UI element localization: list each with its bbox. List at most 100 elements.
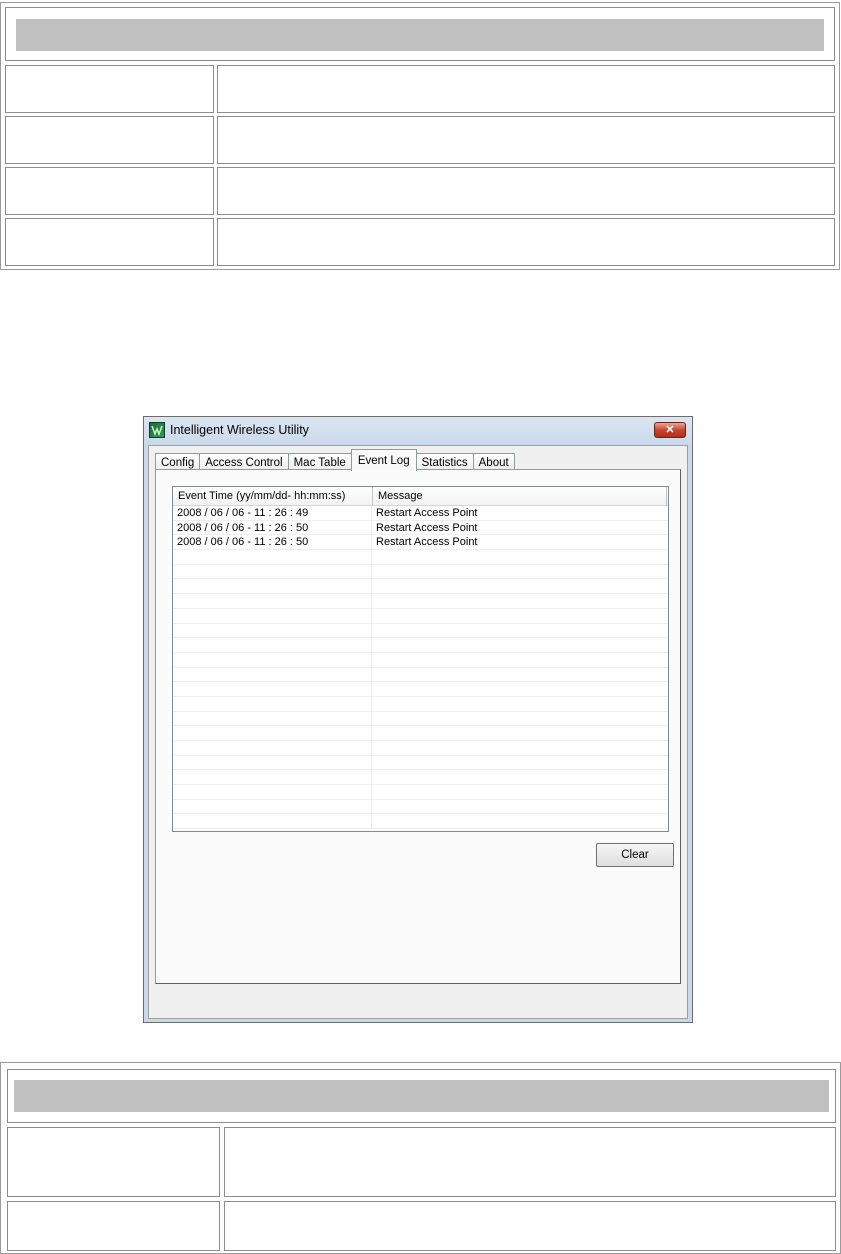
top-table-label-cell-1 (5, 65, 214, 113)
table-row[interactable]: 2008 / 06 / 06 - 11 : 26 : 49 Restart Acc… (173, 506, 668, 521)
empty-table-row (173, 652, 668, 668)
empty-table-row (173, 682, 668, 697)
event-time-cell (173, 550, 372, 564)
message-cell (372, 653, 668, 667)
event-time-cell (173, 799, 372, 814)
message-cell (372, 550, 668, 564)
empty-table-row (173, 550, 668, 565)
table-row[interactable]: 2008 / 06 / 06 - 11 : 26 : 50 Restart Acc… (173, 520, 668, 536)
empty-table-row (173, 770, 668, 786)
tab-strip: Config Access Control Mac Table Event Lo… (155, 449, 515, 471)
empty-table-row (173, 711, 668, 727)
event-time-cell (173, 814, 372, 829)
bottom-table-label-cell-2 (7, 1201, 220, 1251)
empty-table-row (173, 741, 668, 756)
empty-table-row (173, 594, 668, 609)
message-cell: Restart Access Point (376, 507, 478, 519)
event-time-cell: 2008 / 06 / 06 - 11 : 26 : 50 (173, 520, 372, 535)
column-header-message[interactable]: Message (373, 487, 667, 505)
empty-table-row (173, 696, 668, 712)
event-time-cell (173, 564, 372, 579)
event-time-cell (173, 741, 372, 755)
message-cell (372, 712, 668, 726)
event-time-cell (173, 785, 372, 799)
message-cell (372, 697, 668, 711)
message-cell (372, 785, 668, 799)
event-time-cell (173, 726, 372, 740)
empty-table-row (173, 623, 668, 639)
top-table-label-cell-2 (5, 116, 214, 164)
message-cell (372, 565, 668, 579)
top-table-header-bar (16, 19, 824, 51)
event-time-cell (173, 594, 372, 608)
top-table-value-cell-1 (217, 65, 835, 113)
message-cell (372, 624, 668, 638)
message-cell (372, 682, 668, 696)
empty-table-row (173, 667, 668, 683)
close-button[interactable]: ✕ (654, 422, 686, 438)
bottom-table-label-cell-1 (7, 1127, 220, 1197)
event-time-cell (173, 682, 372, 696)
top-table-value-cell-3 (217, 167, 835, 215)
event-time-cell: 2008 / 06 / 06 - 11 : 26 : 50 (173, 535, 372, 550)
top-doc-table (0, 2, 840, 270)
column-header-event-time[interactable]: Event Time (yy/mm/dd- hh:mm:ss) (173, 487, 373, 505)
message-cell (372, 726, 668, 740)
empty-table-row (173, 799, 668, 815)
title-bar[interactable]: Intelligent Wireless Utility ✕ (144, 417, 692, 445)
bottom-table-header-bar (14, 1080, 829, 1112)
event-time-cell (173, 579, 372, 594)
message-cell (372, 770, 668, 784)
message-cell: Restart Access Point (376, 521, 478, 534)
empty-table-row (173, 785, 668, 800)
empty-table-row (173, 608, 668, 624)
empty-table-row (173, 755, 668, 771)
event-log-list[interactable]: Event Time (yy/mm/dd- hh:mm:ss) Message … (172, 486, 669, 832)
top-table-header-cell (5, 7, 835, 61)
message-cell (372, 814, 668, 828)
bottom-table-value-cell-1 (224, 1127, 836, 1197)
window-title: Intelligent Wireless Utility (170, 423, 309, 437)
message-cell (372, 741, 668, 755)
clear-button[interactable]: Clear (596, 843, 674, 867)
event-time-cell (173, 667, 372, 682)
event-time-cell (173, 755, 372, 770)
message-cell (372, 579, 668, 593)
event-time-cell (173, 652, 372, 667)
bottom-doc-table (0, 1062, 841, 1254)
list-header: Event Time (yy/mm/dd- hh:mm:ss) Message (173, 487, 668, 506)
bottom-table-value-cell-2 (224, 1201, 836, 1251)
close-icon: ✕ (665, 424, 675, 436)
event-time-cell (173, 638, 372, 652)
message-cell (372, 668, 668, 682)
message-cell (372, 594, 668, 608)
event-time-cell (173, 608, 372, 623)
empty-table-row (173, 579, 668, 595)
event-time-cell (173, 623, 372, 638)
list-rows: 2008 / 06 / 06 - 11 : 26 : 49 Restart Acc… (173, 506, 668, 830)
window-client-area: Config Access Control Mac Table Event Lo… (148, 445, 688, 1019)
message-cell (372, 638, 668, 652)
message-cell: Restart Access Point (376, 536, 478, 549)
empty-table-row (173, 726, 668, 741)
utility-window: Intelligent Wireless Utility ✕ Config Ac… (143, 416, 693, 1023)
top-table-label-cell-4 (5, 218, 214, 266)
top-table-value-cell-2 (217, 116, 835, 164)
app-icon (149, 422, 165, 438)
event-time-cell (173, 770, 372, 785)
tab-event-log[interactable]: Event Log (350, 449, 417, 471)
bottom-table-header-cell (7, 1069, 836, 1123)
message-cell (372, 800, 668, 814)
top-table-value-cell-4 (217, 218, 835, 266)
empty-table-row (173, 638, 668, 653)
event-time-cell (173, 711, 372, 726)
event-time-cell (173, 696, 372, 711)
empty-table-row (173, 814, 668, 830)
top-table-label-cell-3 (5, 167, 214, 215)
message-cell (372, 609, 668, 623)
message-cell (372, 756, 668, 770)
event-time-cell: 2008 / 06 / 06 - 11 : 26 : 49 (173, 506, 372, 520)
table-row[interactable]: 2008 / 06 / 06 - 11 : 26 : 50 Restart Acc… (173, 535, 668, 551)
empty-table-row (173, 564, 668, 580)
event-log-panel: Event Time (yy/mm/dd- hh:mm:ss) Message … (155, 469, 681, 984)
